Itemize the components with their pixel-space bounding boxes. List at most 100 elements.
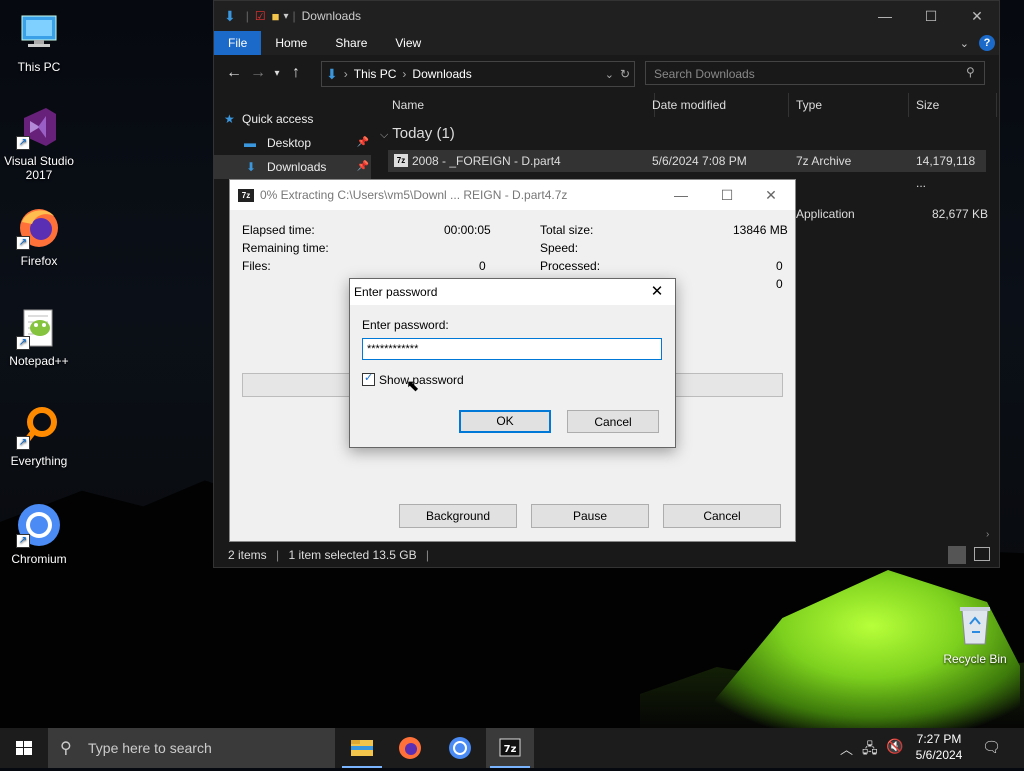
breadcrumb-separator-icon: › [343, 67, 348, 81]
collapse-chevron-icon: ⌵ [380, 129, 389, 141]
column-header-size[interactable]: Size [910, 93, 997, 117]
taskbar-7zip[interactable]: 7z [486, 728, 534, 768]
taskbar-chromium[interactable] [436, 728, 484, 768]
taskbar-search-box[interactable]: Type here to search [48, 728, 335, 768]
desktop-icon-notepadpp[interactable]: ↗ Notepad++ [0, 304, 78, 368]
status-item-count: 2 items [228, 548, 267, 562]
password-input[interactable]: ************ [362, 338, 662, 360]
file-row-size: 82,677 KB [932, 207, 989, 221]
shortcut-arrow-icon: ↗ [16, 236, 30, 250]
nav-downloads[interactable]: ⬇ Downloads 📌 [214, 155, 371, 179]
7zip-icon: 7z [238, 188, 254, 202]
pin-icon[interactable]: 📌 [357, 155, 369, 179]
total-size-value: 13846 MB [733, 223, 788, 237]
extract-minimize-button[interactable]: — [658, 180, 704, 210]
windows-logo-icon [16, 741, 32, 755]
status-selection: 1 item selected 13.5 GB [288, 548, 417, 562]
refresh-icon[interactable]: ↻ [620, 67, 630, 81]
clock-date: 5/6/2024 [915, 748, 963, 762]
breadcrumb-this-pc[interactable]: This PC [354, 67, 397, 81]
password-cancel-button[interactable]: Cancel [567, 410, 659, 433]
shortcut-arrow-icon: ↗ [16, 136, 30, 150]
ok-button[interactable]: OK [459, 410, 551, 433]
checkmark-icon: ✓ [364, 372, 374, 384]
shortcut-arrow-icon: ↗ [16, 336, 30, 350]
show-password-label[interactable]: Show password [379, 373, 464, 387]
close-button[interactable]: ✕ [954, 1, 1000, 31]
search-input[interactable]: Search Downloads [645, 61, 985, 85]
extract-close-button[interactable]: ✕ [748, 180, 794, 210]
file-row-type[interactable]: Application [796, 207, 855, 221]
quick-access-toolbar-dropdown-icon[interactable]: ▾ [283, 11, 288, 22]
notifications-icon[interactable]: 🗨 [982, 738, 1001, 756]
column-header-type[interactable]: Type [790, 93, 909, 117]
svg-text:7z: 7z [504, 744, 517, 755]
properties-icon[interactable]: ☑ [255, 9, 266, 23]
column-header-date[interactable]: Date modified [646, 93, 789, 117]
mouse-cursor-icon: ⬉ [406, 378, 420, 395]
search-icon: ⚲ [966, 65, 975, 79]
pause-button[interactable]: Pause [531, 504, 649, 528]
nav-desktop[interactable]: ▬ Desktop 📌 [214, 131, 371, 155]
chromium-icon [449, 737, 471, 759]
desktop-icon-recycle-bin[interactable]: Recycle Bin [936, 602, 1014, 666]
shortcut-arrow-icon: ↗ [16, 534, 30, 548]
desktop-icon-this-pc[interactable]: This PC [0, 10, 78, 74]
file-explorer-icon [351, 740, 373, 756]
new-folder-icon[interactable]: ■ [272, 9, 280, 24]
processed-value: 0 [776, 259, 783, 273]
maximize-button[interactable]: ☐ [908, 1, 954, 31]
help-icon[interactable]: ? [979, 35, 995, 51]
files-value: 0 [479, 259, 486, 273]
enter-password-dialog: Enter password ✕ Enter password: *******… [349, 278, 676, 448]
extract-title: 0% Extracting C:\Users\vm5\Downl ... REI… [260, 188, 568, 202]
search-icon: ⚲ [60, 740, 72, 757]
taskbar-clock[interactable]: 7:27 PM 5/6/2024 [910, 731, 968, 763]
taskbar-firefox[interactable] [386, 728, 434, 768]
ribbon-tabs: File Home Share View ⌄ ? [214, 31, 999, 55]
expand-ribbon-icon[interactable]: ⌄ [960, 37, 969, 50]
desktop-icon-label: This PC [17, 60, 61, 74]
tab-view[interactable]: View [381, 31, 435, 55]
tab-share[interactable]: Share [321, 31, 381, 55]
nav-quick-access[interactable]: ★ Quick access [214, 107, 371, 131]
desktop-icon-chromium[interactable]: ↗ Chromium [0, 502, 78, 566]
download-arrow-icon: ⬇ [224, 7, 236, 24]
desktop-icon-label: Firefox [20, 254, 58, 268]
7zip-icon: 7z [499, 738, 521, 757]
address-dropdown-icon[interactable]: ⌄ [605, 68, 614, 81]
desktop-icon-firefox[interactable]: ↗ Firefox [0, 204, 78, 268]
recent-locations-icon[interactable]: ▾ [270, 68, 284, 79]
tab-home[interactable]: Home [261, 31, 321, 55]
scroll-right-icon[interactable]: › [986, 529, 989, 540]
minimize-button[interactable]: — [862, 1, 908, 31]
forward-arrow-icon[interactable]: → [246, 64, 270, 82]
password-close-button[interactable]: ✕ [642, 281, 672, 303]
volume-muted-icon[interactable]: 🔇 [886, 738, 903, 755]
desktop-icon-visual-studio[interactable]: ↗ Visual Studio 2017 [0, 104, 78, 182]
pin-icon[interactable]: 📌 [357, 131, 369, 155]
large-icons-view-icon[interactable] [974, 547, 990, 561]
extract-maximize-button[interactable]: ☐ [704, 180, 750, 210]
desktop-icon-everything[interactable]: ↗ Everything [0, 404, 78, 468]
desktop-icon-label: Notepad++ [9, 354, 69, 368]
address-bar[interactable]: ⬇ › This PC › Downloads ⌄ ↻ [321, 61, 635, 87]
show-hidden-icons-chevron-icon[interactable]: ︿ [840, 739, 853, 758]
ratio-value: 0 [776, 277, 783, 291]
show-password-checkbox[interactable]: ✓ [362, 372, 375, 386]
extract-cancel-button[interactable]: Cancel [663, 504, 781, 528]
tab-file[interactable]: File [214, 31, 262, 55]
start-button[interactable] [0, 728, 48, 768]
clock-time: 7:27 PM [916, 732, 962, 746]
group-header-today[interactable]: ⌵ Today (1) [380, 125, 455, 142]
column-header-name[interactable]: Name [384, 93, 655, 117]
network-icon[interactable]: 🖧 [862, 738, 878, 762]
breadcrumb-downloads[interactable]: Downloads [412, 67, 471, 81]
details-view-icon[interactable] [948, 546, 966, 564]
up-arrow-icon[interactable]: ↑ [284, 64, 308, 82]
taskbar-file-explorer[interactable] [338, 728, 386, 768]
processed-label: Processed: [540, 259, 601, 273]
back-arrow-icon[interactable]: ← [222, 64, 246, 82]
background-button[interactable]: Background [399, 504, 517, 528]
file-row-selected[interactable]: 7z 2008 - _FOREIGN - D.part4 5/6/2024 7:… [388, 150, 986, 190]
